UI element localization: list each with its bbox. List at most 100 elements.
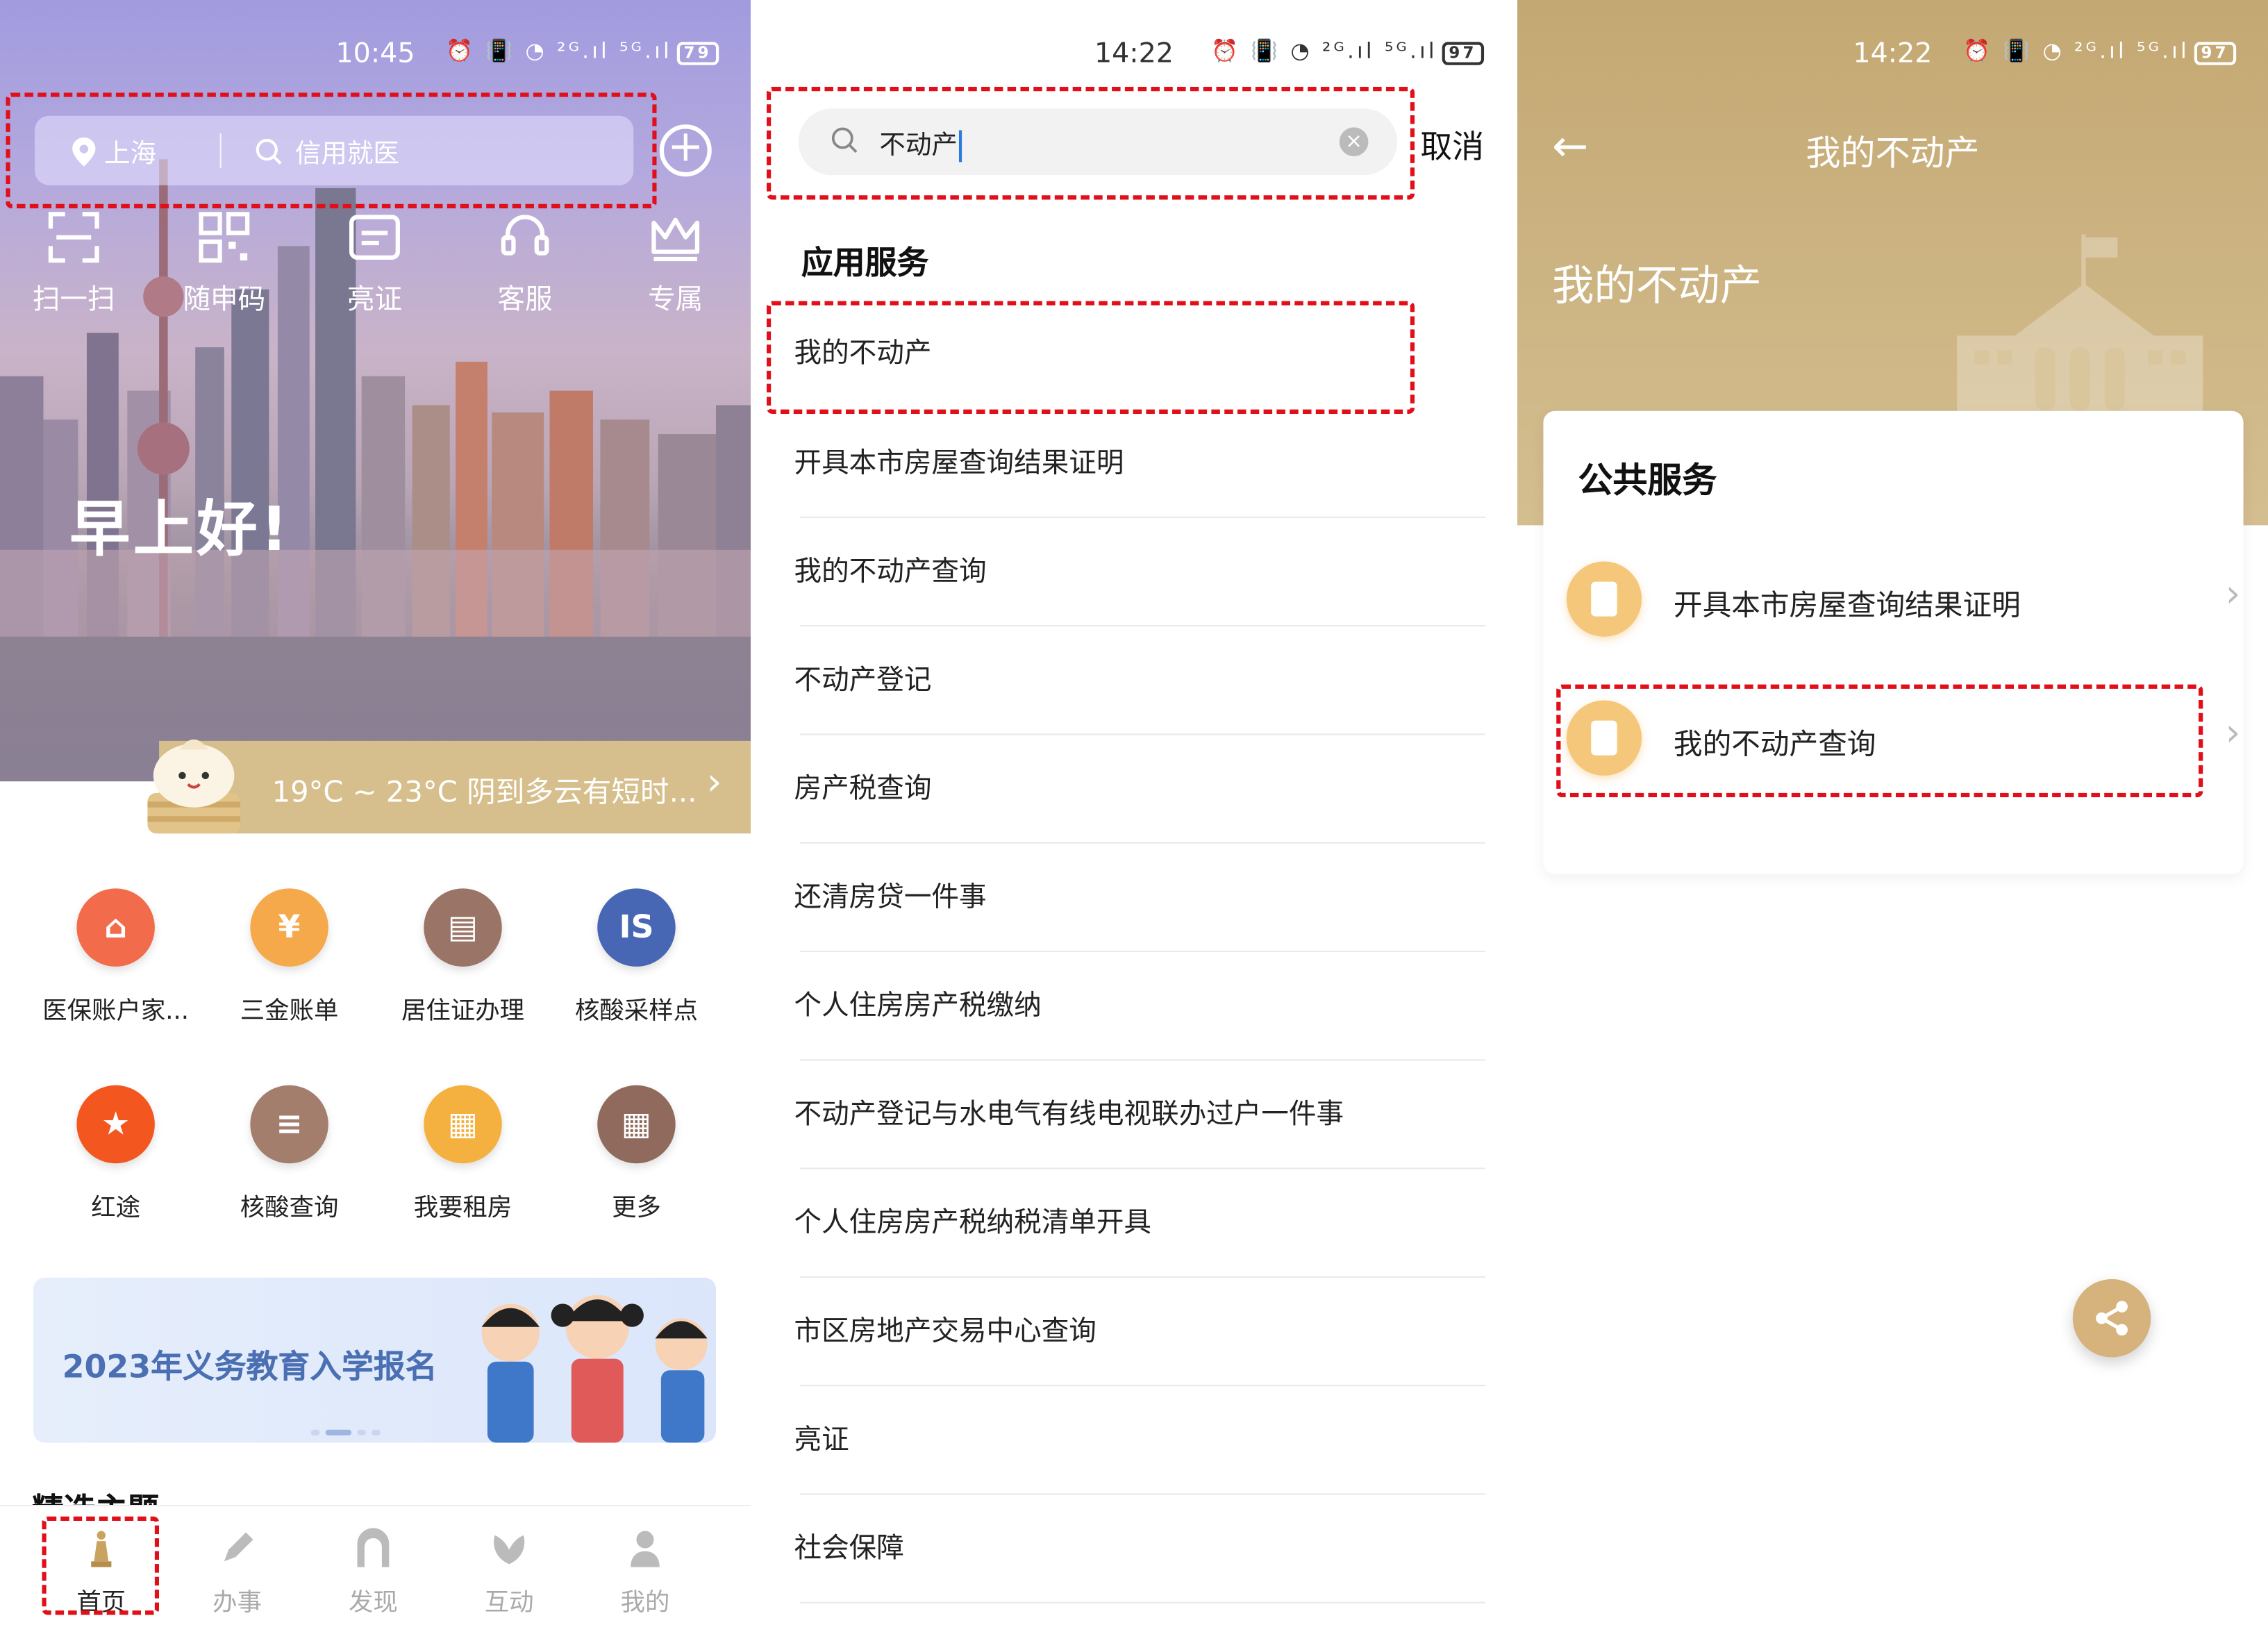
- quick-show-license-label: 亮证: [347, 283, 403, 316]
- pen-icon: [224, 1532, 253, 1562]
- nav-title: 我的不动产: [1806, 133, 1980, 174]
- tab-label: 办事: [212, 1588, 262, 1618]
- public-services-card: 公共服务 开具本市房屋查询结果证明 › 我的不动产查询 ›: [1543, 410, 2244, 874]
- promo-banner[interactable]: 2023年义务教育入学报名: [33, 1277, 717, 1443]
- search-result-item[interactable]: 个人住房房产税缴纳: [794, 952, 1486, 1061]
- medical-family-icon: ⌂: [76, 888, 155, 967]
- search-result-item[interactable]: 我的不动产查询: [794, 518, 1486, 627]
- search-query-text: 不动产: [879, 130, 958, 161]
- tab-label: 首页: [76, 1588, 126, 1618]
- result-label: 还清房贷一件事: [794, 881, 987, 913]
- tab-discover[interactable]: 发现: [315, 1526, 431, 1618]
- students-illustration: [481, 1294, 708, 1443]
- bottom-tab-bar: 首页 办事 发现 互动 我的: [0, 1505, 751, 1625]
- search-result-item[interactable]: 不动产登记与水电气有线电视联办过户一件事: [794, 1060, 1486, 1169]
- battery-icon: 97: [2194, 42, 2237, 65]
- quick-show-license-button[interactable]: 亮证: [310, 211, 440, 317]
- result-label: 社会保障: [794, 1532, 904, 1565]
- government-building-icon: [1957, 234, 2203, 411]
- search-result-item[interactable]: 还清房贷一件事: [794, 844, 1486, 953]
- tab-mine[interactable]: 我的: [587, 1526, 703, 1618]
- headset-icon: [501, 215, 549, 256]
- result-label: 亮证: [794, 1424, 849, 1456]
- service-item-house-query-certificate[interactable]: 开具本市房屋查询结果证明 ›: [1566, 541, 2241, 657]
- app-label: 医保账户家...: [42, 997, 190, 1026]
- screenshot-composite: 10:45 ⏰ 📳 ◔ ²ᴳ.ıl ⁵ᴳ.ıl 79 上海 信用就医 + 扫一扫 …: [0, 0, 2268, 1625]
- quick-scan-button[interactable]: 扫一扫: [8, 211, 138, 317]
- search-input[interactable]: 信用就医: [255, 133, 399, 171]
- quick-scan-label: 扫一扫: [32, 283, 115, 316]
- add-plus-button[interactable]: +: [659, 124, 712, 177]
- service-label: 我的不动产查询: [1673, 726, 1876, 762]
- chevron-right-icon: ›: [2225, 712, 2241, 756]
- rental-document-icon: ▦: [424, 1085, 502, 1164]
- tab-home[interactable]: 首页: [43, 1526, 159, 1618]
- quick-qrcode-button[interactable]: 随申码: [159, 211, 289, 317]
- search-icon: [256, 139, 282, 165]
- search-result-item[interactable]: 房产税查询: [794, 735, 1486, 844]
- search-icon: [831, 127, 858, 153]
- weather-bar[interactable]: 19°C ~ 23°C 阴到多云有短时... ›: [159, 740, 751, 834]
- location-pin-icon: [72, 137, 96, 167]
- quick-customer-service-label: 客服: [497, 283, 553, 316]
- grid-more-icon: ▦: [597, 1085, 676, 1164]
- share-button[interactable]: [2072, 1278, 2151, 1358]
- search-result-item[interactable]: 市区房地产交易中心查询: [794, 1278, 1486, 1387]
- search-result-item[interactable]: 个人住房房产税纳税清单开具: [794, 1169, 1486, 1278]
- status-icons: ⏰ 📳 ◔ ²ᴳ.ıl ⁵ᴳ.ıl 97: [1963, 38, 2237, 65]
- app-medical-insurance[interactable]: ⌂ 医保账户家...: [29, 888, 203, 1026]
- result-label: 不动产登记与水电气有线电视联办过户一件事: [794, 1098, 1344, 1131]
- app-more[interactable]: ▦ 更多: [550, 1085, 724, 1223]
- app-services-heading: 应用服务: [801, 246, 929, 283]
- service-item-my-property-query[interactable]: 我的不动产查询 ›: [1566, 680, 2241, 796]
- star-icon: ★: [76, 1085, 155, 1164]
- app-residence-permit[interactable]: ▤ 居住证办理: [376, 888, 550, 1026]
- arch-icon: [357, 1528, 390, 1567]
- home-search-bar[interactable]: 上海 信用就医: [34, 115, 634, 185]
- cancel-button[interactable]: 取消: [1420, 122, 1484, 168]
- home-tower-icon: [91, 1531, 112, 1567]
- app-label: 我要租房: [413, 1194, 512, 1223]
- phone-my-property-screen: 14:22 ⏰ 📳 ◔ ²ᴳ.ıl ⁵ᴳ.ıl 97 ← 我的不动产 我的不动产 …: [1517, 0, 2268, 1625]
- search-input[interactable]: 不动产 ×: [798, 108, 1398, 176]
- header-title: 我的不动产: [1551, 260, 1762, 310]
- result-label: 房产税查询: [794, 772, 932, 805]
- search-result-item[interactable]: 亮证: [794, 1386, 1486, 1495]
- search-result-item[interactable]: 我的不动产: [794, 299, 1486, 408]
- search-divider: [219, 133, 222, 168]
- app-three-funds-bill[interactable]: ¥ 三金账单: [203, 888, 376, 1026]
- test-site-logo-icon: IS: [597, 888, 676, 967]
- app-red-route[interactable]: ★ 红途: [29, 1085, 203, 1223]
- tab-interact[interactable]: 互动: [451, 1526, 567, 1618]
- status-bar: 14:22 ⏰ 📳 ◔ ²ᴳ.ıl ⁵ᴳ.ıl 97: [752, 32, 1516, 76]
- location-selector[interactable]: 上海: [72, 133, 156, 171]
- search-result-item[interactable]: 社会保障: [794, 1494, 1486, 1603]
- status-icons: ⏰ 📳 ◔ ²ᴳ.ıl ⁵ᴳ.ıl 79: [446, 38, 719, 65]
- app-test-sites[interactable]: IS 核酸采样点: [550, 888, 724, 1026]
- document-icon: ≡: [250, 1085, 328, 1164]
- location-label: 上海: [103, 139, 156, 169]
- share-icon: [2096, 1301, 2128, 1336]
- clear-search-icon[interactable]: ×: [1339, 127, 1369, 157]
- banner-title: 2023年义务教育入学报名: [62, 1350, 437, 1387]
- app-test-results[interactable]: ≡ 核酸查询: [203, 1085, 376, 1223]
- qr-code-icon: [199, 212, 250, 263]
- search-result-item[interactable]: 开具本市房屋查询结果证明: [794, 410, 1486, 518]
- weather-text: 19°C ~ 23°C 阴到多云有短时...: [272, 774, 697, 809]
- status-bar: 10:45 ⏰ 📳 ◔ ²ᴳ.ıl ⁵ᴳ.ıl 79: [0, 32, 751, 76]
- tab-label: 我的: [620, 1588, 670, 1618]
- app-label: 三金账单: [240, 997, 339, 1026]
- quick-exclusive-button[interactable]: 专属: [610, 211, 740, 317]
- person-icon: [631, 1531, 660, 1567]
- tab-label: 互动: [484, 1588, 534, 1618]
- search-result-item[interactable]: 不动产登记: [794, 626, 1486, 735]
- tab-label: 发现: [348, 1588, 398, 1618]
- chevron-right-icon: ›: [2225, 573, 2241, 617]
- app-rent-house[interactable]: ▦ 我要租房: [376, 1085, 550, 1223]
- quick-customer-service-button[interactable]: 客服: [460, 211, 590, 317]
- app-label: 核酸采样点: [574, 997, 698, 1026]
- result-label: 我的不动产: [794, 337, 932, 369]
- tab-services[interactable]: 办事: [179, 1526, 295, 1618]
- app-label: 更多: [612, 1194, 661, 1223]
- flower-icon: [494, 1535, 525, 1565]
